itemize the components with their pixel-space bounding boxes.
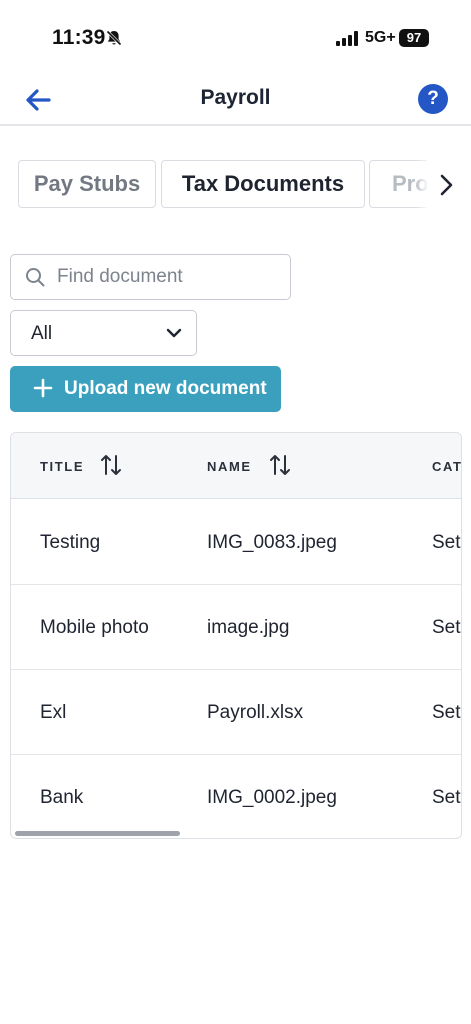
sort-icon[interactable]	[100, 453, 122, 477]
table-row[interactable]: Testing IMG_0083.jpeg Set	[11, 500, 461, 585]
table-row[interactable]: Mobile photo image.jpg Set	[11, 585, 461, 670]
status-bar: 11:39 5G+ 97	[0, 0, 471, 76]
plus-icon	[33, 378, 53, 398]
cell-title: Testing	[40, 532, 101, 553]
network-type: 5G+	[365, 29, 396, 46]
search-box[interactable]	[10, 254, 291, 300]
help-button[interactable]: ?	[418, 84, 448, 114]
cell-name: IMG_0083.jpeg	[207, 532, 337, 553]
table-row[interactable]: Bank IMG_0002.jpeg Set	[11, 755, 461, 838]
chevron-right-icon	[440, 174, 453, 196]
sort-icon[interactable]	[269, 453, 291, 477]
cell-category: Set	[432, 787, 461, 808]
tab-tax-documents[interactable]: Tax Documents	[161, 160, 365, 208]
column-header-category[interactable]: CAT	[432, 459, 461, 474]
chevron-down-icon	[166, 328, 182, 338]
table-header: TITLE NAME CAT	[11, 433, 461, 499]
cell-name: IMG_0002.jpeg	[207, 787, 337, 808]
cell-category: Set	[432, 617, 461, 638]
status-time: 11:39	[52, 26, 106, 49]
tab-pay-stubs[interactable]: Pay Stubs	[18, 160, 156, 208]
search-icon	[26, 268, 45, 287]
documents-table: TITLE NAME CAT Testing IMG_0083.jpeg Set…	[10, 432, 462, 839]
battery-level: 97	[399, 29, 429, 47]
tab-scroll-right-button[interactable]	[427, 158, 471, 212]
search-input[interactable]	[57, 263, 282, 291]
column-header-name[interactable]: NAME	[207, 459, 252, 474]
document-filter-select[interactable]: All	[10, 310, 197, 356]
bell-muted-icon	[106, 30, 122, 46]
table-row[interactable]: Exl Payroll.xlsx Set	[11, 670, 461, 755]
cell-title: Mobile photo	[40, 617, 149, 638]
cell-title: Bank	[40, 787, 84, 808]
app-header: Payroll ?	[0, 76, 471, 126]
upload-new-document-button[interactable]: Upload new document	[10, 366, 281, 412]
column-header-title[interactable]: TITLE	[40, 459, 84, 474]
upload-button-label: Upload new document	[64, 378, 267, 399]
cell-category: Set	[432, 532, 461, 553]
cell-name: image.jpg	[207, 617, 290, 638]
cellular-signal-icon	[336, 31, 358, 46]
cell-category: Set	[432, 702, 461, 723]
tab-bar: Pay Stubs Tax Documents Pro	[0, 158, 471, 212]
horizontal-scrollbar[interactable]	[15, 831, 180, 836]
cell-title: Exl	[40, 702, 67, 723]
page-title: Payroll	[200, 86, 271, 109]
cell-name: Payroll.xlsx	[207, 702, 304, 723]
filter-selected-value: All	[31, 323, 53, 344]
